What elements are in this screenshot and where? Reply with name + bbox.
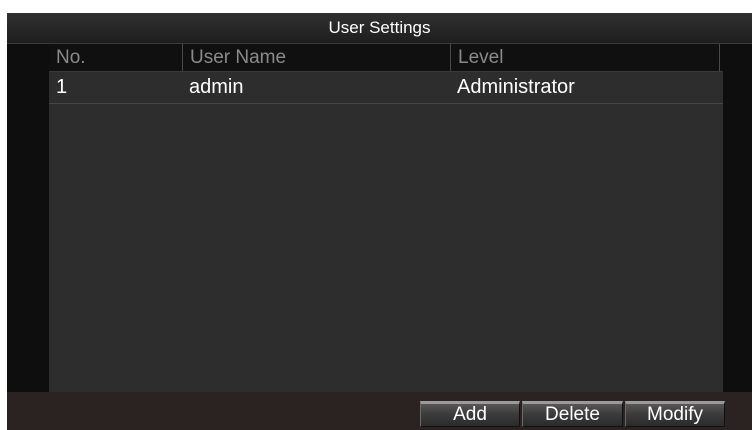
row-user-name: admin [189,76,244,98]
column-header-level[interactable]: Level [450,44,720,71]
row-level: Administrator [457,76,575,98]
column-header-user-name[interactable]: User Name [182,44,450,71]
user-list[interactable]: 1 admin Administrator [49,71,723,392]
add-button[interactable]: Add [420,401,520,427]
dialog-footer: Add Delete Modify [7,392,752,430]
user-settings-dialog: User Settings No. User Name Level 1 admi… [7,13,752,430]
column-header-no[interactable]: No. [49,44,182,71]
table-row[interactable]: 1 admin Administrator [49,72,723,104]
row-number: 1 [56,76,68,98]
table-header: No. User Name Level [49,44,720,72]
dialog-title: User Settings [7,13,752,44]
delete-button[interactable]: Delete [522,401,623,427]
modify-button[interactable]: Modify [625,401,725,427]
